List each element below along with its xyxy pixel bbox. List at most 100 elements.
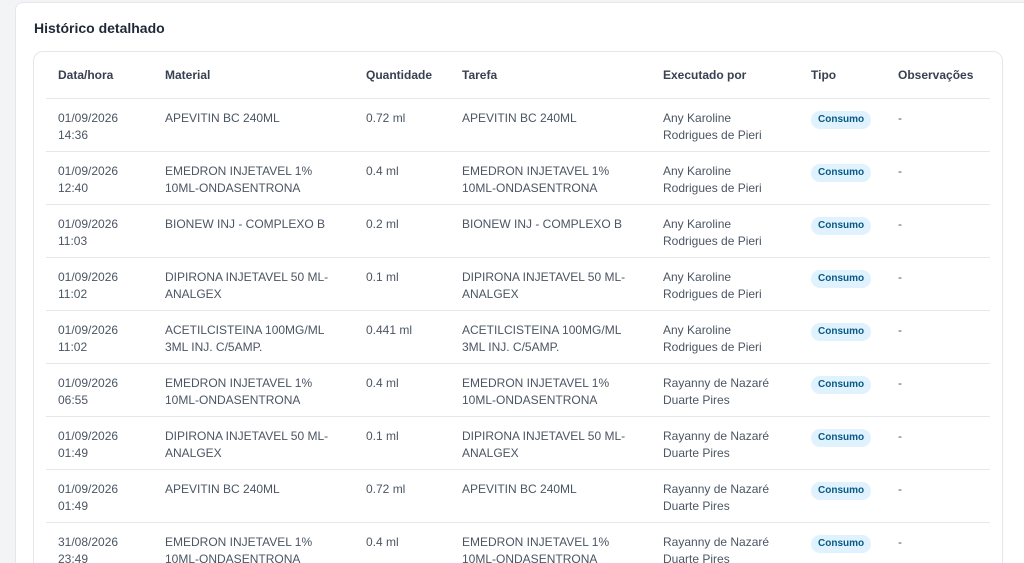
cell-executed-by: Rayanny de Nazaré Duarte Pires <box>651 469 799 523</box>
cell-quantity: 0.2 ml <box>354 204 450 258</box>
header-datetime: Data/hora <box>46 52 153 99</box>
cell-notes: - <box>886 310 990 364</box>
cell-executed-by: Any Karoline Rodrigues de Pieri <box>651 310 799 364</box>
cell-date: 31/08/2026 <box>58 535 119 549</box>
cell-notes: - <box>886 363 990 417</box>
header-executed-by: Executado por <box>651 52 799 99</box>
cell-executed-by: Any Karoline Rodrigues de Pieri <box>651 98 799 152</box>
cell-type: Consumo <box>799 522 886 563</box>
cell-datetime: 01/09/2026 06:55 <box>46 363 153 417</box>
type-badge: Consumo <box>811 111 872 129</box>
cell-task: EMEDRON INJETAVEL 1% 10ML-ONDASENTRONA <box>450 151 651 205</box>
type-badge: Consumo <box>811 217 872 235</box>
type-badge: Consumo <box>811 429 872 447</box>
cell-material: BIONEW INJ - COMPLEXO B <box>153 204 354 258</box>
cell-quantity: 0.1 ml <box>354 257 450 311</box>
cell-type: Consumo <box>799 310 886 364</box>
cell-date: 01/09/2026 <box>58 111 119 125</box>
cell-datetime: 01/09/2026 01:49 <box>46 416 153 470</box>
cell-datetime: 31/08/2026 23:49 <box>46 522 153 563</box>
cell-datetime: 01/09/2026 11:02 <box>46 257 153 311</box>
cell-quantity: 0.72 ml <box>354 469 450 523</box>
cell-time: 12:40 <box>58 180 89 195</box>
cell-type: Consumo <box>799 151 886 205</box>
cell-date: 01/09/2026 <box>58 323 119 337</box>
table-row: 01/09/2026 11:02 DIPIRONA INJETAVEL 50 ML… <box>46 257 990 311</box>
cell-time: 06:55 <box>58 392 89 407</box>
cell-type: Consumo <box>799 98 886 152</box>
cell-time: 23:49 <box>58 551 89 563</box>
cell-task: ACETILCISTEINA 100MG/ML 3ML INJ. C/5AMP. <box>450 310 651 364</box>
type-badge: Consumo <box>811 270 872 288</box>
type-badge: Consumo <box>811 535 872 553</box>
cell-quantity: 0.4 ml <box>354 363 450 417</box>
table-row: 01/09/2026 06:55 EMEDRON INJETAVEL 1% 10M… <box>46 363 990 417</box>
table-row: 31/08/2026 23:49 EMEDRON INJETAVEL 1% 10M… <box>46 522 990 563</box>
history-panel: Histórico detalhado Data/hora Material Q… <box>15 2 1024 563</box>
history-table: Data/hora Material Quantidade Tarefa Exe… <box>46 52 990 563</box>
cell-quantity: 0.72 ml <box>354 98 450 152</box>
cell-type: Consumo <box>799 469 886 523</box>
header-quantity: Quantidade <box>354 52 450 99</box>
cell-material: DIPIRONA INJETAVEL 50 ML-ANALGEX <box>153 257 354 311</box>
type-badge: Consumo <box>811 482 872 500</box>
cell-executed-by: Rayanny de Nazaré Duarte Pires <box>651 522 799 563</box>
cell-material: APEVITIN BC 240ML <box>153 469 354 523</box>
cell-task: BIONEW INJ - COMPLEXO B <box>450 204 651 258</box>
cell-type: Consumo <box>799 257 886 311</box>
cell-material: ACETILCISTEINA 100MG/ML 3ML INJ. C/5AMP. <box>153 310 354 364</box>
cell-date: 01/09/2026 <box>58 164 119 178</box>
cell-material: EMEDRON INJETAVEL 1% 10ML-ONDASENTRONA <box>153 522 354 563</box>
cell-quantity: 0.4 ml <box>354 151 450 205</box>
cell-datetime: 01/09/2026 01:49 <box>46 469 153 523</box>
history-table-card: Data/hora Material Quantidade Tarefa Exe… <box>33 51 1003 563</box>
cell-date: 01/09/2026 <box>58 429 119 443</box>
cell-executed-by: Any Karoline Rodrigues de Pieri <box>651 257 799 311</box>
header-task: Tarefa <box>450 52 651 99</box>
cell-task: EMEDRON INJETAVEL 1% 10ML-ONDASENTRONA <box>450 363 651 417</box>
cell-time: 11:02 <box>58 286 88 301</box>
table-row: 01/09/2026 01:49 DIPIRONA INJETAVEL 50 ML… <box>46 416 990 470</box>
cell-executed-by: Rayanny de Nazaré Duarte Pires <box>651 363 799 417</box>
cell-executed-by: Rayanny de Nazaré Duarte Pires <box>651 416 799 470</box>
cell-type: Consumo <box>799 363 886 417</box>
cell-notes: - <box>886 416 990 470</box>
cell-task: APEVITIN BC 240ML <box>450 469 651 523</box>
cell-executed-by: Any Karoline Rodrigues de Pieri <box>651 204 799 258</box>
cell-material: APEVITIN BC 240ML <box>153 98 354 152</box>
header-notes: Observações <box>886 52 990 99</box>
type-badge: Consumo <box>811 376 872 394</box>
table-header-row: Data/hora Material Quantidade Tarefa Exe… <box>46 52 990 99</box>
cell-task: APEVITIN BC 240ML <box>450 98 651 152</box>
cell-time: 14:36 <box>58 127 89 142</box>
cell-time: 11:03 <box>58 233 88 248</box>
cell-time: 11:02 <box>58 339 88 354</box>
cell-quantity: 0.1 ml <box>354 416 450 470</box>
cell-date: 01/09/2026 <box>58 482 119 496</box>
type-badge: Consumo <box>811 164 872 182</box>
cell-task: DIPIRONA INJETAVEL 50 ML-ANALGEX <box>450 257 651 311</box>
cell-type: Consumo <box>799 416 886 470</box>
cell-date: 01/09/2026 <box>58 376 119 390</box>
cell-notes: - <box>886 469 990 523</box>
cell-notes: - <box>886 204 990 258</box>
cell-quantity: 0.441 ml <box>354 310 450 364</box>
cell-time: 01:49 <box>58 498 89 513</box>
cell-material: EMEDRON INJETAVEL 1% 10ML-ONDASENTRONA <box>153 151 354 205</box>
cell-date: 01/09/2026 <box>58 217 119 231</box>
cell-datetime: 01/09/2026 12:40 <box>46 151 153 205</box>
cell-executed-by: Any Karoline Rodrigues de Pieri <box>651 151 799 205</box>
cell-time: 01:49 <box>58 445 89 460</box>
table-row: 01/09/2026 11:03 BIONEW INJ - COMPLEXO B … <box>46 204 990 258</box>
cell-task: EMEDRON INJETAVEL 1% 10ML-ONDASENTRONA <box>450 522 651 563</box>
cell-datetime: 01/09/2026 14:36 <box>46 98 153 152</box>
table-row: 01/09/2026 14:36 APEVITIN BC 240ML 0.72 m… <box>46 98 990 152</box>
cell-date: 01/09/2026 <box>58 270 119 284</box>
cell-notes: - <box>886 98 990 152</box>
cell-material: EMEDRON INJETAVEL 1% 10ML-ONDASENTRONA <box>153 363 354 417</box>
header-type: Tipo <box>799 52 886 99</box>
header-material: Material <box>153 52 354 99</box>
table-row: 01/09/2026 11:02 ACETILCISTEINA 100MG/ML … <box>46 310 990 364</box>
cell-datetime: 01/09/2026 11:03 <box>46 204 153 258</box>
cell-notes: - <box>886 257 990 311</box>
